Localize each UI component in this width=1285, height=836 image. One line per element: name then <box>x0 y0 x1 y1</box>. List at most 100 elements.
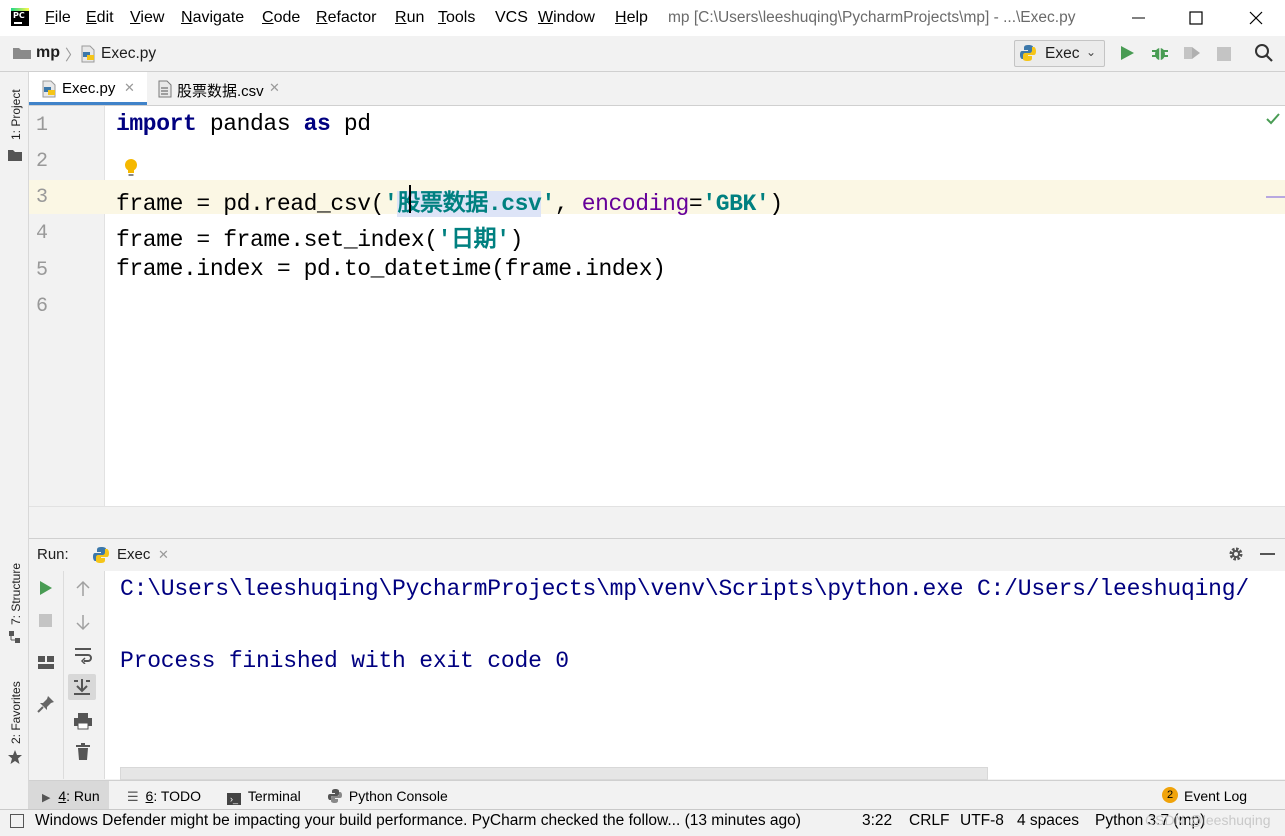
arrow-down-icon[interactable] <box>75 613 91 635</box>
rerun-icon[interactable] <box>38 580 54 600</box>
tool-window-python-console[interactable]: Python Console <box>328 788 448 804</box>
caret-position[interactable]: 3:22 <box>862 812 892 830</box>
console-line: C:\Users\leeshuqing\PycharmProjects\mp\v… <box>120 576 1249 602</box>
file-encoding[interactable]: UTF-8 <box>960 812 1004 830</box>
code-line-4: frame = frame.set_index('日期') <box>116 227 524 253</box>
menu-window[interactable]: Window <box>538 9 595 27</box>
list-icon: ☰ <box>127 789 139 804</box>
editor-footer <box>29 506 1285 539</box>
tool-window-run[interactable]: ▶ 4: Run <box>42 788 100 804</box>
toggle-tool-windows-icon[interactable] <box>10 814 24 828</box>
pycharm-logo-icon: PC <box>11 8 29 26</box>
stop-icon[interactable] <box>38 613 54 633</box>
menu-edit[interactable]: Edit <box>86 9 114 27</box>
structure-tool-tab[interactable]: 7: Structure <box>9 563 23 625</box>
play-icon: ▶ <box>42 792 51 804</box>
line-number: 1 <box>36 114 49 137</box>
folder-icon <box>12 46 32 64</box>
menu-run[interactable]: Run <box>395 9 424 27</box>
run-toolbar-primary <box>29 571 64 779</box>
code-line-5: frame.index = pd.to_datetime(frame.index… <box>116 256 666 282</box>
line-number: 5 <box>36 259 49 282</box>
breadcrumb-file[interactable]: Exec.py <box>101 45 156 63</box>
search-icon[interactable] <box>1254 43 1274 67</box>
lightbulb-icon[interactable] <box>123 158 139 182</box>
checkmark-icon <box>1266 112 1280 129</box>
run-configuration-label: Exec <box>1045 45 1080 62</box>
favorites-tool-tab[interactable]: 2: Favorites <box>9 681 23 744</box>
line-number: 3 <box>36 186 49 209</box>
tab-label: Exec.py <box>62 80 116 97</box>
coverage-icon[interactable] <box>1182 44 1202 66</box>
run-icon[interactable] <box>1118 44 1136 66</box>
watermark: CSDN @leeshuqing <box>1145 812 1271 828</box>
code-line-3: frame = pd.read_csv('股票数据.csv', encoding… <box>116 191 783 217</box>
event-log-button[interactable]: Event Log <box>1184 788 1247 804</box>
menu-tools[interactable]: Tools <box>438 9 475 27</box>
project-folder-icon <box>8 148 22 165</box>
menu-view[interactable]: View <box>130 9 164 27</box>
arrow-up-icon[interactable] <box>75 580 91 602</box>
tab-exec-py[interactable]: Exec.py ✕ <box>29 72 147 105</box>
indent-setting[interactable]: 4 spaces <box>1017 812 1079 830</box>
close-window-icon[interactable] <box>1245 8 1267 28</box>
chevron-down-icon: ⌄ <box>1086 45 1097 59</box>
python-icon <box>92 546 110 568</box>
minimize-panel-icon[interactable] <box>1260 553 1275 555</box>
menu-vcs[interactable]: VCS <box>495 9 528 27</box>
structure-icon <box>8 630 22 648</box>
text-file-icon <box>158 80 172 102</box>
terminal-icon: ›_ <box>227 793 241 805</box>
maximize-icon[interactable] <box>1185 8 1207 28</box>
layout-icon[interactable] <box>37 655 55 675</box>
scroll-to-end-toggle[interactable] <box>68 674 96 700</box>
python-file-icon <box>80 45 96 67</box>
close-tab-icon[interactable]: ✕ <box>124 80 135 96</box>
pin-icon[interactable] <box>37 695 55 717</box>
debug-icon[interactable] <box>1150 43 1170 67</box>
console-line: Process finished with exit code 0 <box>120 648 569 674</box>
menu-code[interactable]: Code <box>262 9 300 27</box>
close-tab-icon[interactable]: ✕ <box>158 547 169 563</box>
line-number: 2 <box>36 150 49 173</box>
minimize-icon[interactable] <box>1128 8 1150 28</box>
python-icon <box>1019 44 1037 66</box>
menu-navigate[interactable]: Navigate <box>181 9 244 27</box>
line-separator[interactable]: CRLF <box>909 812 949 830</box>
event-log-badge: 2 <box>1162 787 1178 803</box>
status-message[interactable]: Windows Defender might be impacting your… <box>35 812 801 830</box>
python-console-icon <box>328 789 342 803</box>
print-icon[interactable] <box>73 712 93 734</box>
gear-icon[interactable] <box>1227 545 1245 567</box>
stop-icon[interactable] <box>1216 46 1232 66</box>
code-editor[interactable] <box>105 106 1285 506</box>
code-line-1: import pandas as pd <box>116 111 371 137</box>
close-tab-icon[interactable]: ✕ <box>269 80 280 96</box>
tool-window-terminal[interactable]: ›_ Terminal <box>227 788 301 805</box>
soft-wrap-icon[interactable] <box>73 646 93 668</box>
window-title: mp [C:\Users\leeshuqing\PycharmProjects\… <box>668 9 1076 26</box>
line-number: 6 <box>36 295 49 318</box>
console-output[interactable] <box>105 571 1285 779</box>
tab-stock-csv[interactable]: 股票数据.csv ✕ <box>148 72 284 105</box>
run-tab-exec[interactable]: Exec <box>117 546 150 563</box>
run-configuration-select[interactable]: Exec ⌄ <box>1014 40 1105 67</box>
run-panel-label: Run: <box>37 546 69 563</box>
line-number: 4 <box>36 222 49 245</box>
menu-help[interactable]: Help <box>615 9 648 27</box>
star-icon <box>7 749 23 769</box>
tool-window-todo[interactable]: ☰ 6: TODO <box>127 788 201 805</box>
breadcrumb-separator-icon: 〉 <box>65 47 81 64</box>
scroll-to-end-icon <box>74 679 90 695</box>
horizontal-scrollbar[interactable] <box>120 767 988 780</box>
project-tool-tab[interactable]: 1: Project <box>9 89 23 140</box>
tab-label: 股票数据.csv <box>177 83 264 100</box>
python-file-icon <box>41 80 57 102</box>
text-caret <box>409 185 411 213</box>
tool-window-bar <box>29 780 1285 810</box>
menu-file[interactable]: File <box>45 9 71 27</box>
breadcrumb-project[interactable]: mp <box>36 44 60 62</box>
trash-icon[interactable] <box>75 743 91 765</box>
run-panel-header <box>29 538 1285 572</box>
menu-refactor[interactable]: Refactor <box>316 9 376 27</box>
